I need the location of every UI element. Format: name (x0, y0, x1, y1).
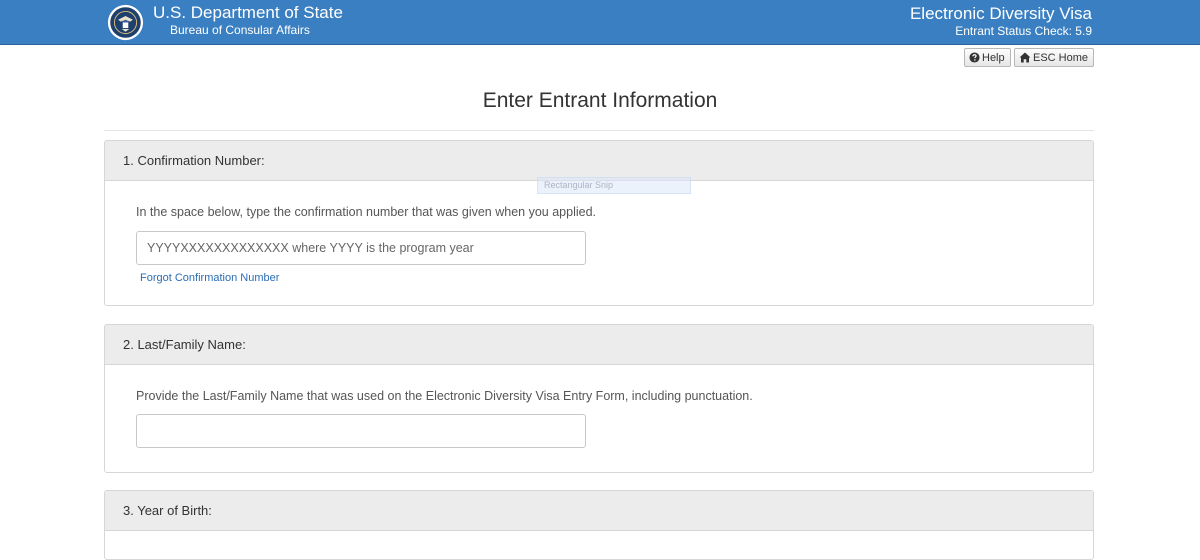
app-version: Entrant Status Check: 5.9 (955, 24, 1092, 38)
department-title: U.S. Department of State (153, 3, 343, 22)
last-name-instruction: Provide the Last/Family Name that was us… (136, 389, 753, 403)
esc-home-button[interactable]: ESC Home (1014, 48, 1094, 67)
last-name-heading: 2. Last/Family Name: (105, 325, 1093, 365)
confirmation-panel: 1. Confirmation Number: In the space bel… (104, 140, 1094, 306)
title-divider (104, 130, 1094, 131)
year-of-birth-heading: 3. Year of Birth: (105, 491, 1093, 531)
app-title: Electronic Diversity Visa (909, 4, 1092, 23)
last-name-panel: 2. Last/Family Name: Provide the Last/Fa… (104, 324, 1094, 473)
confirmation-number-input[interactable] (136, 231, 586, 265)
home-label: ESC Home (1033, 52, 1089, 64)
page-title: Enter Entrant Information (482, 89, 718, 112)
confirmation-heading: 1. Confirmation Number: (105, 141, 1093, 181)
year-of-birth-panel: 3. Year of Birth: (104, 490, 1094, 560)
help-button[interactable]: Help (964, 48, 1011, 67)
seal-icon (107, 4, 144, 41)
site-header: U.S. Department of State Bureau of Consu… (0, 0, 1200, 45)
home-icon (1019, 52, 1031, 63)
help-label: Help (982, 52, 1005, 64)
rectangular-snip-overlay: Rectangular Snip (537, 177, 691, 194)
forgot-confirmation-link[interactable]: Forgot Confirmation Number (140, 272, 279, 284)
bureau-subtitle: Bureau of Consular Affairs (170, 23, 310, 37)
question-circle-icon (969, 52, 980, 63)
confirmation-instruction: In the space below, type the confirmatio… (136, 205, 597, 219)
last-name-input[interactable] (136, 414, 586, 448)
